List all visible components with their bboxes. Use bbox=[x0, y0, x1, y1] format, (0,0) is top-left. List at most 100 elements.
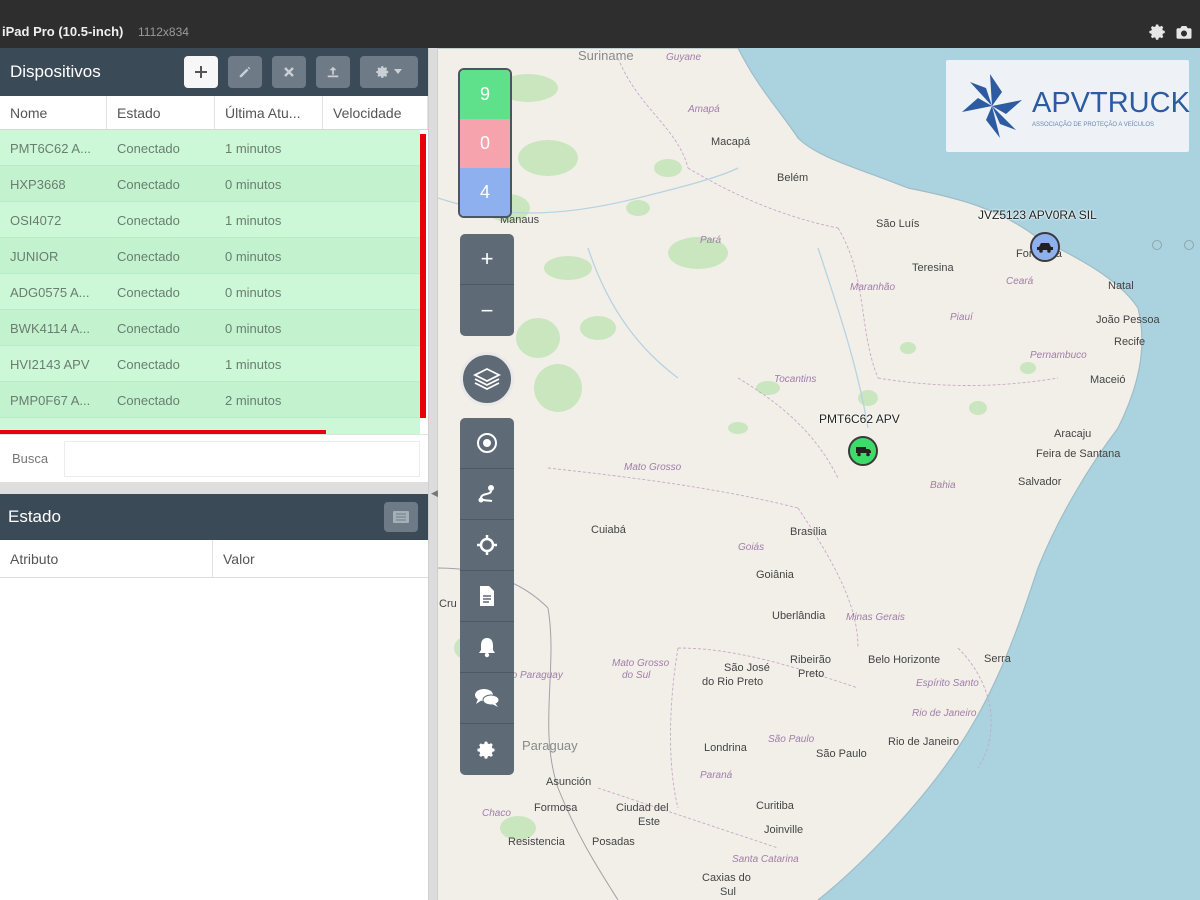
map-label: Este bbox=[638, 816, 661, 828]
table-row[interactable]: HVI2143 APV Conectado 1 minutos bbox=[0, 346, 420, 382]
map-label: Londrina bbox=[704, 742, 747, 754]
cell-estado: Conectado bbox=[117, 141, 180, 156]
geofence-button[interactable] bbox=[460, 520, 514, 571]
map-label: Posadas bbox=[592, 836, 635, 848]
add-device-button[interactable] bbox=[184, 56, 218, 88]
map-label: Curitiba bbox=[756, 800, 794, 812]
search-input[interactable] bbox=[64, 440, 420, 477]
gear-icon[interactable] bbox=[1148, 22, 1168, 42]
remove-device-button[interactable] bbox=[272, 56, 306, 88]
cell-velocidade bbox=[323, 382, 420, 417]
cell-ultima: 0 minutos bbox=[225, 321, 282, 336]
panel-splitter[interactable]: ◀ bbox=[428, 48, 438, 900]
table-row[interactable]: JUNIOR Conectado 0 minutos bbox=[0, 238, 420, 274]
table-row[interactable]: OSI4072 Conectado 1 minutos bbox=[0, 202, 420, 238]
offline-count[interactable]: 0 bbox=[460, 119, 510, 168]
map-label: do Rio Preto bbox=[702, 676, 764, 688]
map-background bbox=[438, 48, 1143, 900]
map-label: Amapá bbox=[688, 104, 720, 115]
reports-button[interactable] bbox=[460, 571, 514, 622]
table-row[interactable]: BWK4114 A... Conectado 0 minutos bbox=[0, 310, 420, 346]
device-status-counter: 9 0 4 bbox=[458, 68, 512, 218]
collapse-arrow-icon[interactable]: ◀ bbox=[431, 488, 438, 499]
history-route-button[interactable] bbox=[460, 469, 514, 520]
map-label: Maceió bbox=[1090, 374, 1126, 386]
bell-icon bbox=[479, 638, 495, 658]
cell-ultima: 0 minutos bbox=[225, 249, 282, 264]
cell-ultima: 2 minutos bbox=[225, 393, 282, 408]
map-label: Belo Horizonte bbox=[868, 654, 941, 666]
map-label: Guyane bbox=[666, 52, 702, 63]
vehicle-marker[interactable] bbox=[848, 436, 878, 466]
online-count[interactable]: 9 bbox=[460, 70, 510, 119]
column-velocidade[interactable]: Velocidade bbox=[323, 96, 428, 129]
column-estado[interactable]: Estado bbox=[107, 96, 215, 129]
map-label: Chaco bbox=[482, 808, 511, 819]
upload-button[interactable] bbox=[316, 56, 350, 88]
settings-button[interactable] bbox=[460, 724, 514, 775]
list-icon bbox=[393, 511, 409, 523]
map-label: Suriname bbox=[578, 48, 634, 63]
table-row[interactable]: HXP3668 Conectado 0 minutos bbox=[0, 166, 420, 202]
follow-button[interactable] bbox=[460, 418, 514, 469]
cell-nome: PMP0F67 A... bbox=[10, 393, 91, 408]
zoom-in-button[interactable]: + bbox=[460, 234, 514, 285]
column-nome[interactable]: Nome bbox=[0, 96, 107, 129]
top-bar: iPad Pro (10.5-inch) 1112x834 bbox=[0, 0, 1200, 48]
commands-button[interactable] bbox=[460, 673, 514, 724]
map-label: do Sul bbox=[622, 670, 651, 681]
map-point bbox=[1184, 240, 1194, 250]
column-atributo[interactable]: Atributo bbox=[0, 540, 213, 577]
map-label: Bahia bbox=[930, 480, 956, 491]
logo-subtitle: ASSOCIAÇÃO DE PROTEÇÃO A VEÍCULOS bbox=[1032, 122, 1155, 128]
cell-ultima: 0 minutos bbox=[225, 177, 282, 192]
unknown-count[interactable]: 4 bbox=[460, 168, 510, 216]
map-point bbox=[1152, 240, 1162, 250]
chat-icon bbox=[475, 689, 500, 707]
edit-device-button[interactable] bbox=[228, 56, 262, 88]
map-label: Tocantins bbox=[774, 374, 817, 385]
layers-button[interactable] bbox=[460, 352, 514, 406]
map-label: São Luís bbox=[876, 218, 920, 230]
cell-ultima: 1 minutos bbox=[225, 357, 282, 372]
table-row[interactable]: PMT6C62 A... Conectado 1 minutos bbox=[0, 130, 420, 166]
table-row[interactable]: PMP0F67 A... Conectado 2 minutos bbox=[0, 382, 420, 418]
map-label: Rio de Janeiro bbox=[888, 736, 959, 748]
events-button[interactable] bbox=[460, 622, 514, 673]
camera-icon[interactable] bbox=[1174, 22, 1194, 42]
horizontal-scrollbar[interactable] bbox=[0, 430, 326, 434]
map-label: João Pessoa bbox=[1096, 314, 1160, 326]
column-ultima-atualizacao[interactable]: Última Atu... bbox=[215, 96, 323, 129]
device-name: iPad Pro (10.5-inch) bbox=[2, 24, 124, 39]
cell-ultima: 0 minutos bbox=[225, 285, 282, 300]
cell-nome: HVI2143 APV bbox=[10, 357, 90, 372]
map-label: Mato Grosso bbox=[612, 658, 670, 669]
column-valor[interactable]: Valor bbox=[213, 540, 428, 577]
devices-header: Dispositivos bbox=[0, 48, 428, 96]
state-grid-header: Atributo Valor bbox=[0, 540, 428, 578]
cell-estado: Conectado bbox=[117, 321, 180, 336]
settings-dropdown-button[interactable] bbox=[360, 56, 418, 88]
panel-divider[interactable] bbox=[0, 482, 428, 494]
devices-toolbar bbox=[184, 56, 418, 88]
map-label: Minas Gerais bbox=[846, 612, 905, 623]
cell-velocidade bbox=[323, 238, 420, 273]
vertical-scrollbar[interactable] bbox=[420, 134, 426, 418]
state-toggle-button[interactable] bbox=[384, 502, 418, 532]
map-label: Brasília bbox=[790, 526, 827, 538]
map-label: Piauí bbox=[950, 312, 973, 323]
logo-text: APVTRUCK bbox=[1032, 87, 1190, 119]
table-row[interactable]: ADG0575 A... Conectado 0 minutos bbox=[0, 274, 420, 310]
cell-nome: BWK4114 A... bbox=[10, 321, 90, 336]
map-label: Aracaju bbox=[1054, 428, 1092, 440]
map-label: Rio de Janeiro bbox=[912, 708, 977, 719]
map-view[interactable]: Suriname Guyane Amapá Macapá Belém Manau… bbox=[438, 48, 1200, 900]
map-label: Cru bbox=[439, 598, 457, 610]
zoom-out-button[interactable]: − bbox=[460, 285, 514, 336]
vehicle-marker[interactable] bbox=[1030, 232, 1060, 262]
map-label: Feira de Santana bbox=[1036, 448, 1121, 460]
cell-velocidade bbox=[323, 274, 420, 309]
map-label: Serra bbox=[984, 653, 1011, 665]
map-tools bbox=[460, 418, 514, 775]
cell-velocidade bbox=[323, 130, 420, 165]
